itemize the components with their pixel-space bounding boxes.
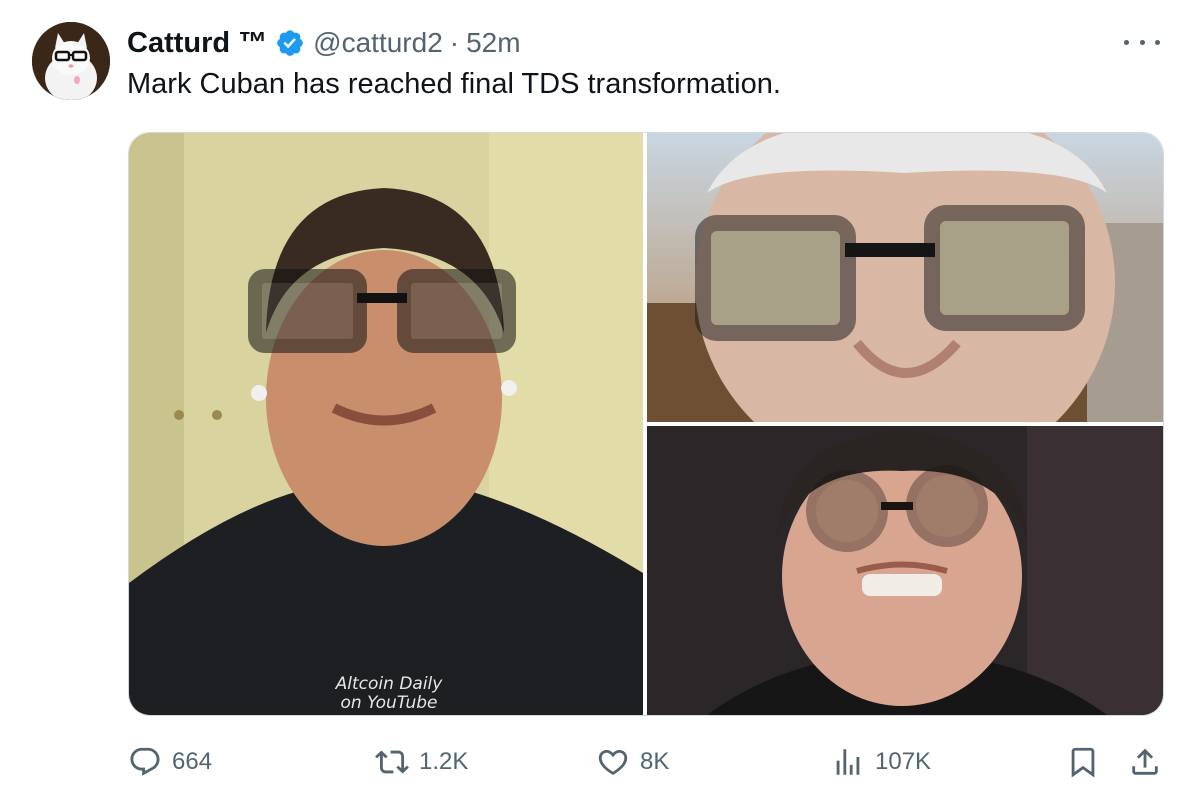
views-chart-icon xyxy=(836,749,860,775)
like-button[interactable]: 8K xyxy=(596,742,669,782)
bookmark-button[interactable] xyxy=(1066,742,1100,782)
separator-dot: · xyxy=(449,27,460,58)
reply-count: 664 xyxy=(172,748,213,775)
tweet-actions: 664 1.2K 8K 107K xyxy=(128,742,1168,782)
views-button[interactable]: 107K xyxy=(831,742,931,782)
tweet-text: Mark Cuban has reached final TDS transfo… xyxy=(127,68,781,100)
tweet-timestamp[interactable]: 52m xyxy=(466,27,520,59)
reply-icon xyxy=(130,747,160,776)
media-grid: Altcoin Daily on YouTube xyxy=(128,132,1164,716)
like-count: 8K xyxy=(640,748,670,775)
white-haired-man-glasses-closeup-photo[interactable] xyxy=(647,133,1163,422)
bookmark-icon xyxy=(1071,747,1095,778)
display-name[interactable]: Catturd ™ xyxy=(127,27,267,60)
reply-button[interactable]: 664 xyxy=(128,742,212,782)
verified-badge-icon[interactable] xyxy=(275,28,305,58)
repost-count: 1.2K xyxy=(419,748,469,775)
share-icon xyxy=(1132,748,1158,775)
author-handle[interactable]: @catturd2 xyxy=(313,27,443,59)
video-watermark: Altcoin Daily on YouTube xyxy=(335,674,443,713)
tweet-header: Catturd ™ @catturd2 · 52m xyxy=(127,24,521,62)
views-count: 107K xyxy=(875,748,932,775)
repost-button[interactable]: 1.2K xyxy=(375,742,468,782)
heart-icon xyxy=(598,749,628,775)
share-button[interactable] xyxy=(1128,742,1162,782)
avatar[interactable] xyxy=(32,22,110,100)
more-dots-icon[interactable] xyxy=(1124,30,1160,54)
cat-avatar-image xyxy=(32,22,110,100)
woman-round-glasses-photo[interactable] xyxy=(647,426,1163,715)
repost-icon xyxy=(375,750,409,774)
man-with-black-glasses-hoodie-photo[interactable]: Altcoin Daily on YouTube xyxy=(129,133,643,715)
